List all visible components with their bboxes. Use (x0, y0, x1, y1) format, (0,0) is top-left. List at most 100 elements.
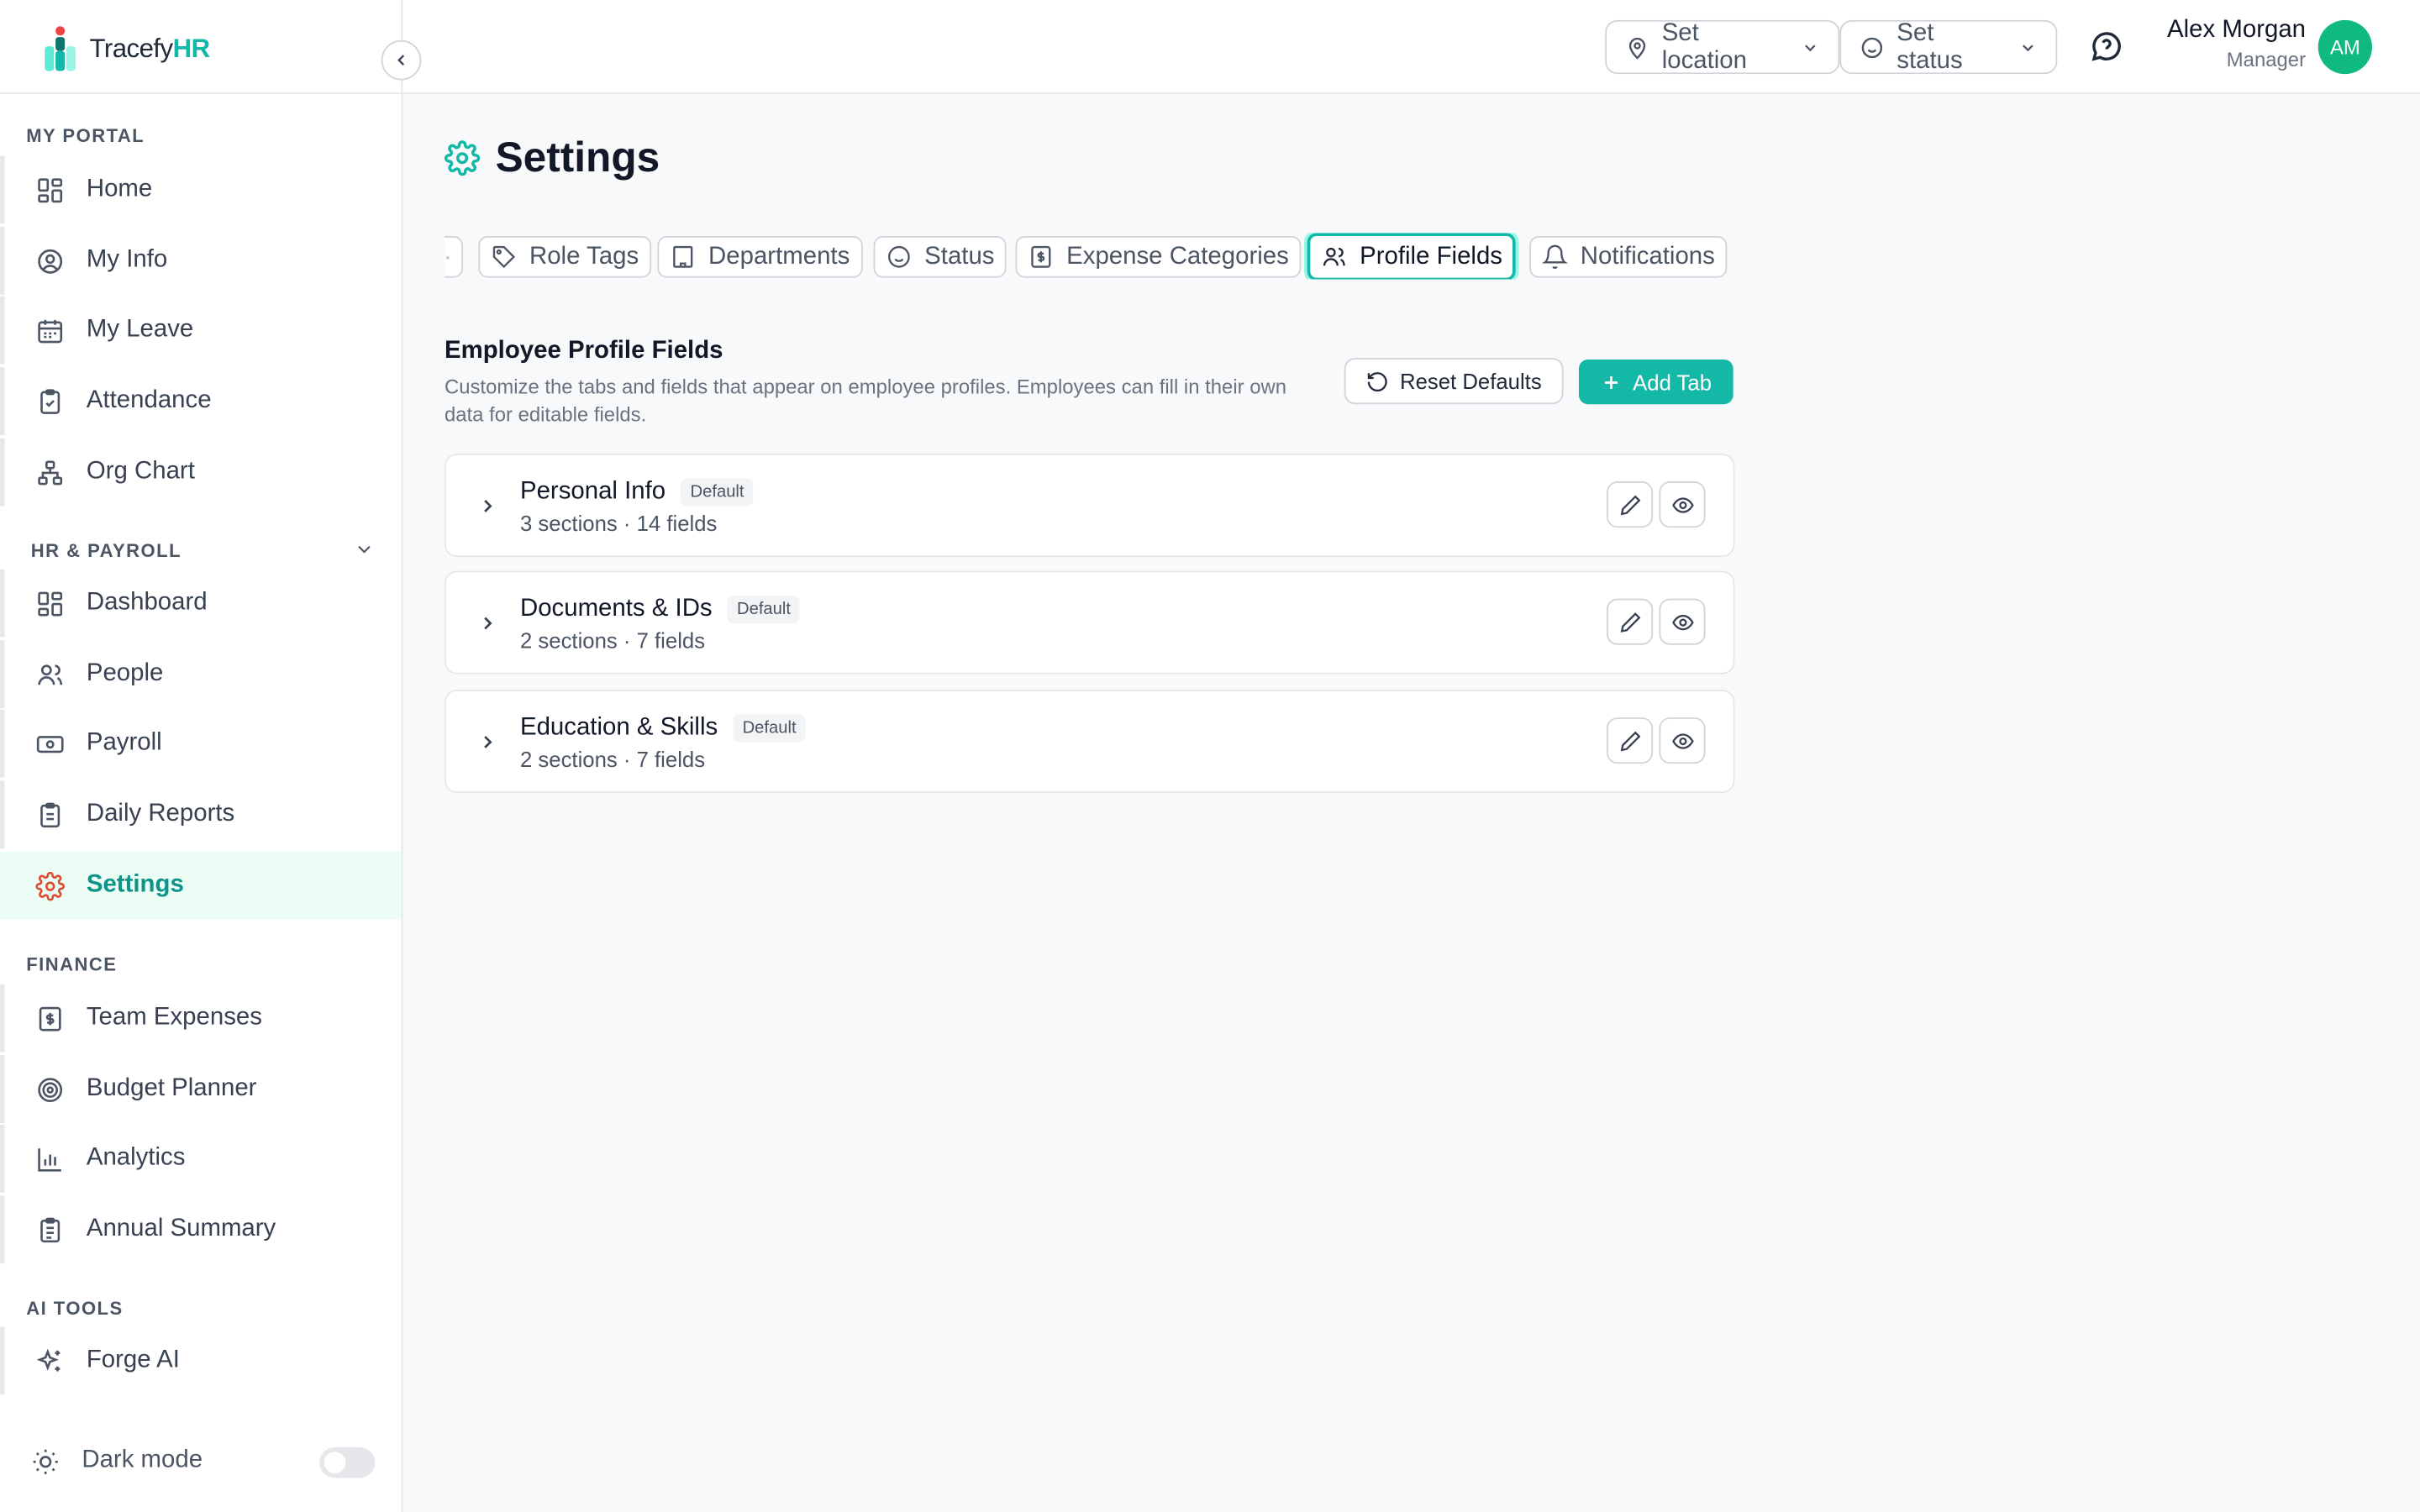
profile-tab-card[interactable]: Documents & IDs Default 2 sections · 7 f… (444, 570, 1735, 675)
sidebar-item-annual-summary[interactable]: Annual Summary (0, 1195, 402, 1264)
sidebar-item-people[interactable]: People (0, 640, 402, 709)
sidebar-item-budget-planner[interactable]: Budget Planner (0, 1055, 402, 1124)
tab-expense-categories[interactable]: Expense Categories (1015, 236, 1302, 278)
avatar[interactable]: AM (2317, 19, 2373, 75)
tab-status[interactable]: Status (873, 236, 1007, 278)
preview-button[interactable] (1659, 717, 1706, 764)
sidebar-item-label: Dashboard (86, 589, 208, 616)
tab-profile-fields[interactable]: Profile Fields (1307, 233, 1517, 280)
sidebar-item-my-info[interactable]: My Info (0, 226, 402, 295)
smile-icon (887, 245, 910, 268)
add-tab-label: Add Tab (1633, 369, 1712, 395)
chevron-down-icon (1805, 44, 1816, 51)
receipt-icon (1031, 245, 1051, 268)
calendar-icon (38, 318, 63, 343)
sun-icon (33, 1448, 58, 1473)
receipt-icon (39, 1005, 61, 1031)
default-badge: Default (733, 714, 806, 743)
chevron-right-icon[interactable] (477, 496, 499, 517)
profile-tab-name: Education & Skills (519, 714, 718, 741)
edit-button[interactable] (1607, 717, 1654, 764)
profile-tab-card[interactable]: Personal Info Default 3 sections · 14 fi… (444, 453, 1735, 558)
sidebar-item-dashboard[interactable]: Dashboard (0, 569, 402, 638)
sidebar-item-attendance[interactable]: Attendance (0, 367, 402, 435)
sidebar-item-label: Budget Planner (86, 1075, 257, 1102)
target-icon (38, 1077, 63, 1102)
sidebar-item-payroll[interactable]: Payroll (0, 709, 402, 778)
sidebar-item-label: People (86, 660, 164, 687)
tab-label: Notifications (1580, 243, 1715, 270)
sidebar-item-team-expenses[interactable]: Team Expenses (0, 984, 402, 1053)
dark-mode-label: Dark mode (82, 1446, 203, 1474)
sidebar-item-label: Org Chart (86, 458, 195, 485)
preview-button[interactable] (1659, 481, 1706, 528)
chevron-left-icon (397, 55, 405, 66)
pencil-icon (1619, 612, 1640, 632)
brand-name: TracefyHR (89, 34, 211, 64)
pencil-icon (1619, 730, 1640, 751)
tab-hidden-partial[interactable] (444, 236, 464, 278)
sidebar-item-settings[interactable]: Settings (0, 851, 402, 920)
sidebar-item-forge-ai[interactable]: Forge AI (0, 1326, 402, 1395)
profile-tab-name: Personal Info (519, 478, 666, 505)
help-icon[interactable] (2090, 29, 2123, 63)
set-location-button[interactable]: Set location (1605, 18, 1840, 75)
section-label-hr-payroll: HR & PAYROLL (30, 539, 182, 562)
page-title-text: Settings (495, 134, 660, 181)
add-tab-button[interactable]: Add Tab (1578, 359, 1733, 405)
eye-icon (1671, 732, 1693, 748)
tab-label: Expense Categories (1066, 243, 1289, 270)
rotate-ccw-icon (1367, 371, 1387, 391)
reset-defaults-label: Reset Defaults (1400, 368, 1542, 394)
chevron-right-icon[interactable] (477, 732, 499, 753)
tab-departments[interactable]: Departments (657, 236, 862, 278)
edit-button[interactable] (1607, 481, 1654, 528)
set-status-label: Set status (1897, 18, 1963, 74)
dark-mode-toggle[interactable] (319, 1446, 376, 1478)
profile-tab-name-row: Documents & IDs Default (519, 595, 801, 624)
default-badge: Default (727, 595, 801, 624)
sidebar-divider (0, 92, 403, 95)
section-description: Customize the tabs and fields that appea… (444, 375, 1287, 426)
sidebar-item-label: Home (86, 176, 153, 202)
set-status-button[interactable]: Set status (1839, 18, 2058, 75)
bar-chart-icon (38, 1147, 61, 1171)
section-label-my-portal: MY PORTAL (26, 124, 145, 147)
edit-button[interactable] (1607, 598, 1654, 645)
gear-icon (445, 140, 481, 176)
brand-logo[interactable]: TracefyHR (40, 24, 210, 74)
profile-tab-name-row: Education & Skills Default (519, 714, 806, 743)
profile-tab-card[interactable]: Education & Skills Default 2 sections · … (444, 690, 1735, 794)
eye-icon (1671, 614, 1693, 630)
tab-role-tags[interactable]: Role Tags (478, 236, 651, 278)
plus-icon (1604, 375, 1618, 389)
chevron-down-icon[interactable] (354, 538, 376, 560)
reset-defaults-button[interactable]: Reset Defaults (1344, 358, 1564, 405)
sidebar-item-home[interactable]: Home (0, 155, 402, 224)
dark-mode-row: Dark mode (0, 1427, 402, 1495)
sidebar-item-my-leave[interactable]: My Leave (0, 296, 402, 365)
logo-icon (45, 26, 76, 71)
tab-label: Status (924, 243, 995, 270)
eye-icon (1671, 496, 1693, 512)
tab-notifications[interactable]: Notifications (1529, 236, 1728, 278)
sidebar-item-analytics[interactable]: Analytics (0, 1124, 402, 1193)
chevron-right-icon[interactable] (477, 612, 499, 634)
sidebar-item-label: Analytics (86, 1144, 186, 1172)
set-location-label: Set location (1661, 18, 1748, 74)
sidebar: TracefyHR MY PORTAL Home My Info My Leav… (0, 0, 403, 1512)
sidebar-item-daily-reports[interactable]: Daily Reports (0, 780, 402, 849)
sidebar-collapse-button[interactable] (381, 39, 422, 81)
sidebar-item-label: Forge AI (86, 1347, 180, 1373)
users-icon (1323, 247, 1345, 266)
map-pin-icon (1628, 37, 1646, 59)
settings-tab-bar: Role Tags Departments Status Expense Cat… (444, 233, 1734, 280)
profile-tab-name: Documents & IDs (519, 595, 713, 622)
sidebar-item-org-chart[interactable]: Org Chart (0, 438, 402, 507)
pencil-icon (1619, 494, 1640, 515)
preview-button[interactable] (1659, 598, 1706, 645)
default-badge: Default (681, 478, 754, 507)
gear-icon (35, 871, 65, 900)
user-role: Manager (2226, 47, 2307, 71)
sidebar-item-label: My Leave (86, 316, 194, 343)
